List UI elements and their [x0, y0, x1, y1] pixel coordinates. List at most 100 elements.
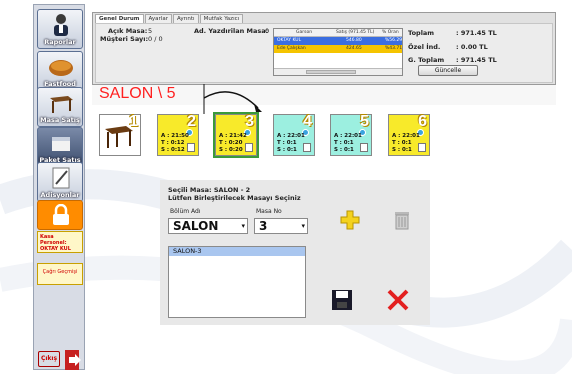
table-last-time: S : 0:1	[277, 147, 297, 153]
tab-mutfak-yazici[interactable]: Mutfak Yazıcı	[199, 14, 244, 23]
grid-cell-sales: 424.65	[346, 46, 362, 51]
table-last-time: S : 0:1	[334, 147, 354, 153]
table-total-time: T : 0:1	[392, 140, 412, 146]
table-row[interactable]: OKTAY KUL 546.80 %56.29	[274, 37, 402, 45]
ozel-ind-label: Özel İnd.	[408, 43, 441, 51]
sidebar-item-adisyonlar[interactable]: Adisyonlar	[37, 162, 83, 202]
masa-no-select[interactable]: 3 ▾	[254, 218, 308, 234]
merge-table-dialog: Seçili Masa: SALON - 2 Lütfen Birleştiri…	[160, 180, 430, 325]
table-total-time: T : 0:20	[219, 140, 243, 146]
receipt-icon	[187, 143, 195, 152]
receipt-icon	[245, 143, 253, 152]
summary-panel: Genel Durum Ayarlar Ayrıntı Mutfak Yazıc…	[92, 12, 556, 85]
kasa-personel-box: Kasa Personel: OKTAY KUL	[37, 231, 83, 253]
bread-icon	[49, 60, 73, 76]
left-sidebar: Raporlar Fastfood Masa Satış Paket Satış…	[33, 4, 85, 370]
add-button[interactable]	[338, 208, 362, 232]
ad-yazdirilan-value: 0	[265, 27, 270, 35]
receipt-icon	[303, 143, 311, 152]
chevron-down-icon: ▾	[241, 222, 245, 230]
grid-cell-ratio: %43.71	[385, 46, 403, 51]
table-card-2[interactable]: 2 A : 21:50 T : 0:12 S : 0:12	[157, 113, 199, 156]
musteri-label: Müşteri Sayı:	[100, 35, 149, 43]
table-last-time: S : 0:1	[392, 147, 412, 153]
ad-yazdirilan-label: Ad. Yazdırilan Masa:	[194, 27, 269, 35]
tab-genel-durum[interactable]: Genel Durum	[95, 14, 144, 23]
sidebar-item-label: Masa Satış	[40, 116, 80, 124]
guncelle-button[interactable]: Güncelle	[418, 65, 478, 76]
trash-icon[interactable]	[390, 208, 414, 232]
table-total-time: T : 0:1	[277, 140, 297, 146]
sidebar-item-masa-satis[interactable]: Masa Satış	[37, 87, 83, 127]
instruction-text: Lütfen Birleştirilecek Masayı Seçiniz	[168, 194, 301, 202]
table-open-time: A : 21:50	[161, 133, 189, 139]
grid-header: Garson Satış (971.45 TL) % Oran	[274, 29, 402, 37]
kasa-user: OKTAY KUL	[40, 246, 71, 252]
exit-door-icon[interactable]	[63, 349, 83, 371]
table-open-time: A : 22:01	[277, 133, 305, 139]
sidebar-item-label: Raporlar	[44, 38, 76, 46]
cikis-button[interactable]: Çıkış	[38, 351, 60, 367]
staff-sales-grid[interactable]: Garson Satış (971.45 TL) % Oran OKTAY KU…	[273, 28, 403, 76]
bolum-select-value: SALON	[173, 219, 219, 233]
lock-button[interactable]	[37, 200, 83, 230]
waiter-icon	[54, 14, 68, 36]
grid-cell-name: Ede Çalışkan	[277, 46, 306, 51]
grid-cell-name: OKTAY KUL	[277, 38, 302, 43]
grid-cell-ratio: %56.29	[385, 38, 403, 43]
table-number: 1	[129, 113, 138, 130]
g-toplam-value: : 971.45 TL	[456, 56, 497, 64]
scrollbar-thumb[interactable]	[306, 70, 356, 74]
lock-icon	[53, 204, 69, 225]
acik-masa-label: Açık Masa:	[108, 27, 148, 35]
ozel-ind-value: : 0.00 TL	[456, 43, 488, 51]
selected-table-label: Seçili Masa: SALON - 2	[168, 186, 251, 194]
table-last-time: S : 0:12	[161, 147, 185, 153]
list-item[interactable]: SALON-3	[169, 247, 305, 256]
toplam-value: : 971.45 TL	[456, 29, 497, 37]
bolum-select[interactable]: SALON ▾	[168, 218, 248, 234]
table-list[interactable]: SALON-3	[168, 246, 306, 318]
masa-no-label: Masa No	[256, 208, 282, 215]
grid-horizontal-scrollbar[interactable]	[274, 68, 402, 75]
acik-masa-value: 5	[148, 27, 153, 35]
kasa-label: Kasa Personel:	[40, 234, 67, 246]
table-card-4[interactable]: 4 A : 22:01 T : 0:1 S : 0:1	[273, 113, 315, 156]
tab-ayrinti[interactable]: Ayrıntı	[172, 14, 199, 23]
pen-icon	[52, 167, 70, 189]
chevron-down-icon: ▾	[301, 222, 305, 230]
save-button[interactable]	[330, 288, 354, 312]
sidebar-item-fastfood[interactable]: Fastfood	[37, 51, 83, 91]
receipt-icon	[360, 143, 368, 152]
package-icon	[52, 137, 70, 151]
close-icon[interactable]	[386, 288, 410, 312]
sidebar-item-raporlar[interactable]: Raporlar	[37, 9, 83, 49]
table-icon	[50, 96, 73, 113]
sidebar-item-paket-satis[interactable]: Paket Satış	[37, 127, 83, 167]
cagri-gecmisi-button[interactable]: Çağrı Geçmişi	[37, 263, 83, 285]
receipt-icon	[418, 143, 426, 152]
grid-cell-sales: 546.80	[346, 38, 362, 43]
tab-ayarlar[interactable]: Ayarlar	[144, 14, 172, 23]
table-total-time: T : 0:12	[161, 140, 185, 146]
grid-col-satis: Satış (971.45 TL)	[336, 30, 375, 35]
summary-content: Açık Masa: 5 Müşteri Sayı: 0 / 0 Ad. Yaz…	[95, 23, 553, 83]
table-card-3[interactable]: 3 A : 21:42 T : 0:20 S : 0:20	[213, 112, 259, 158]
toplam-label: Toplam	[408, 29, 435, 37]
cagri-label: Çağrı Geçmişi	[42, 269, 78, 275]
table-card-1[interactable]: 1	[99, 113, 141, 156]
tab-bar: Genel Durum Ayarlar Ayrıntı Mutfak Yazıc…	[95, 14, 244, 23]
masa-no-select-value: 3	[259, 219, 268, 233]
g-toplam-label: G. Toplam	[408, 56, 445, 64]
musteri-value: 0 / 0	[148, 35, 163, 43]
table-last-time: S : 0:20	[219, 147, 243, 153]
sidebar-item-label: Adisyonlar	[40, 191, 80, 199]
table-card-5[interactable]: 5 A : 22:01 T : 0:1 S : 0:1	[330, 113, 372, 156]
salon-title: SALON \ 5	[99, 85, 176, 102]
table-row[interactable]: Ede Çalışkan 424.65 %43.71	[274, 45, 402, 53]
grid-col-garson: Garson	[296, 30, 313, 35]
table-open-time: A : 21:42	[219, 133, 247, 139]
table-card-6[interactable]: 6 A : 22:01 T : 0:1 S : 0:1	[388, 113, 430, 156]
table-open-time: A : 22:01	[334, 133, 362, 139]
table-total-time: T : 0:1	[334, 140, 354, 146]
